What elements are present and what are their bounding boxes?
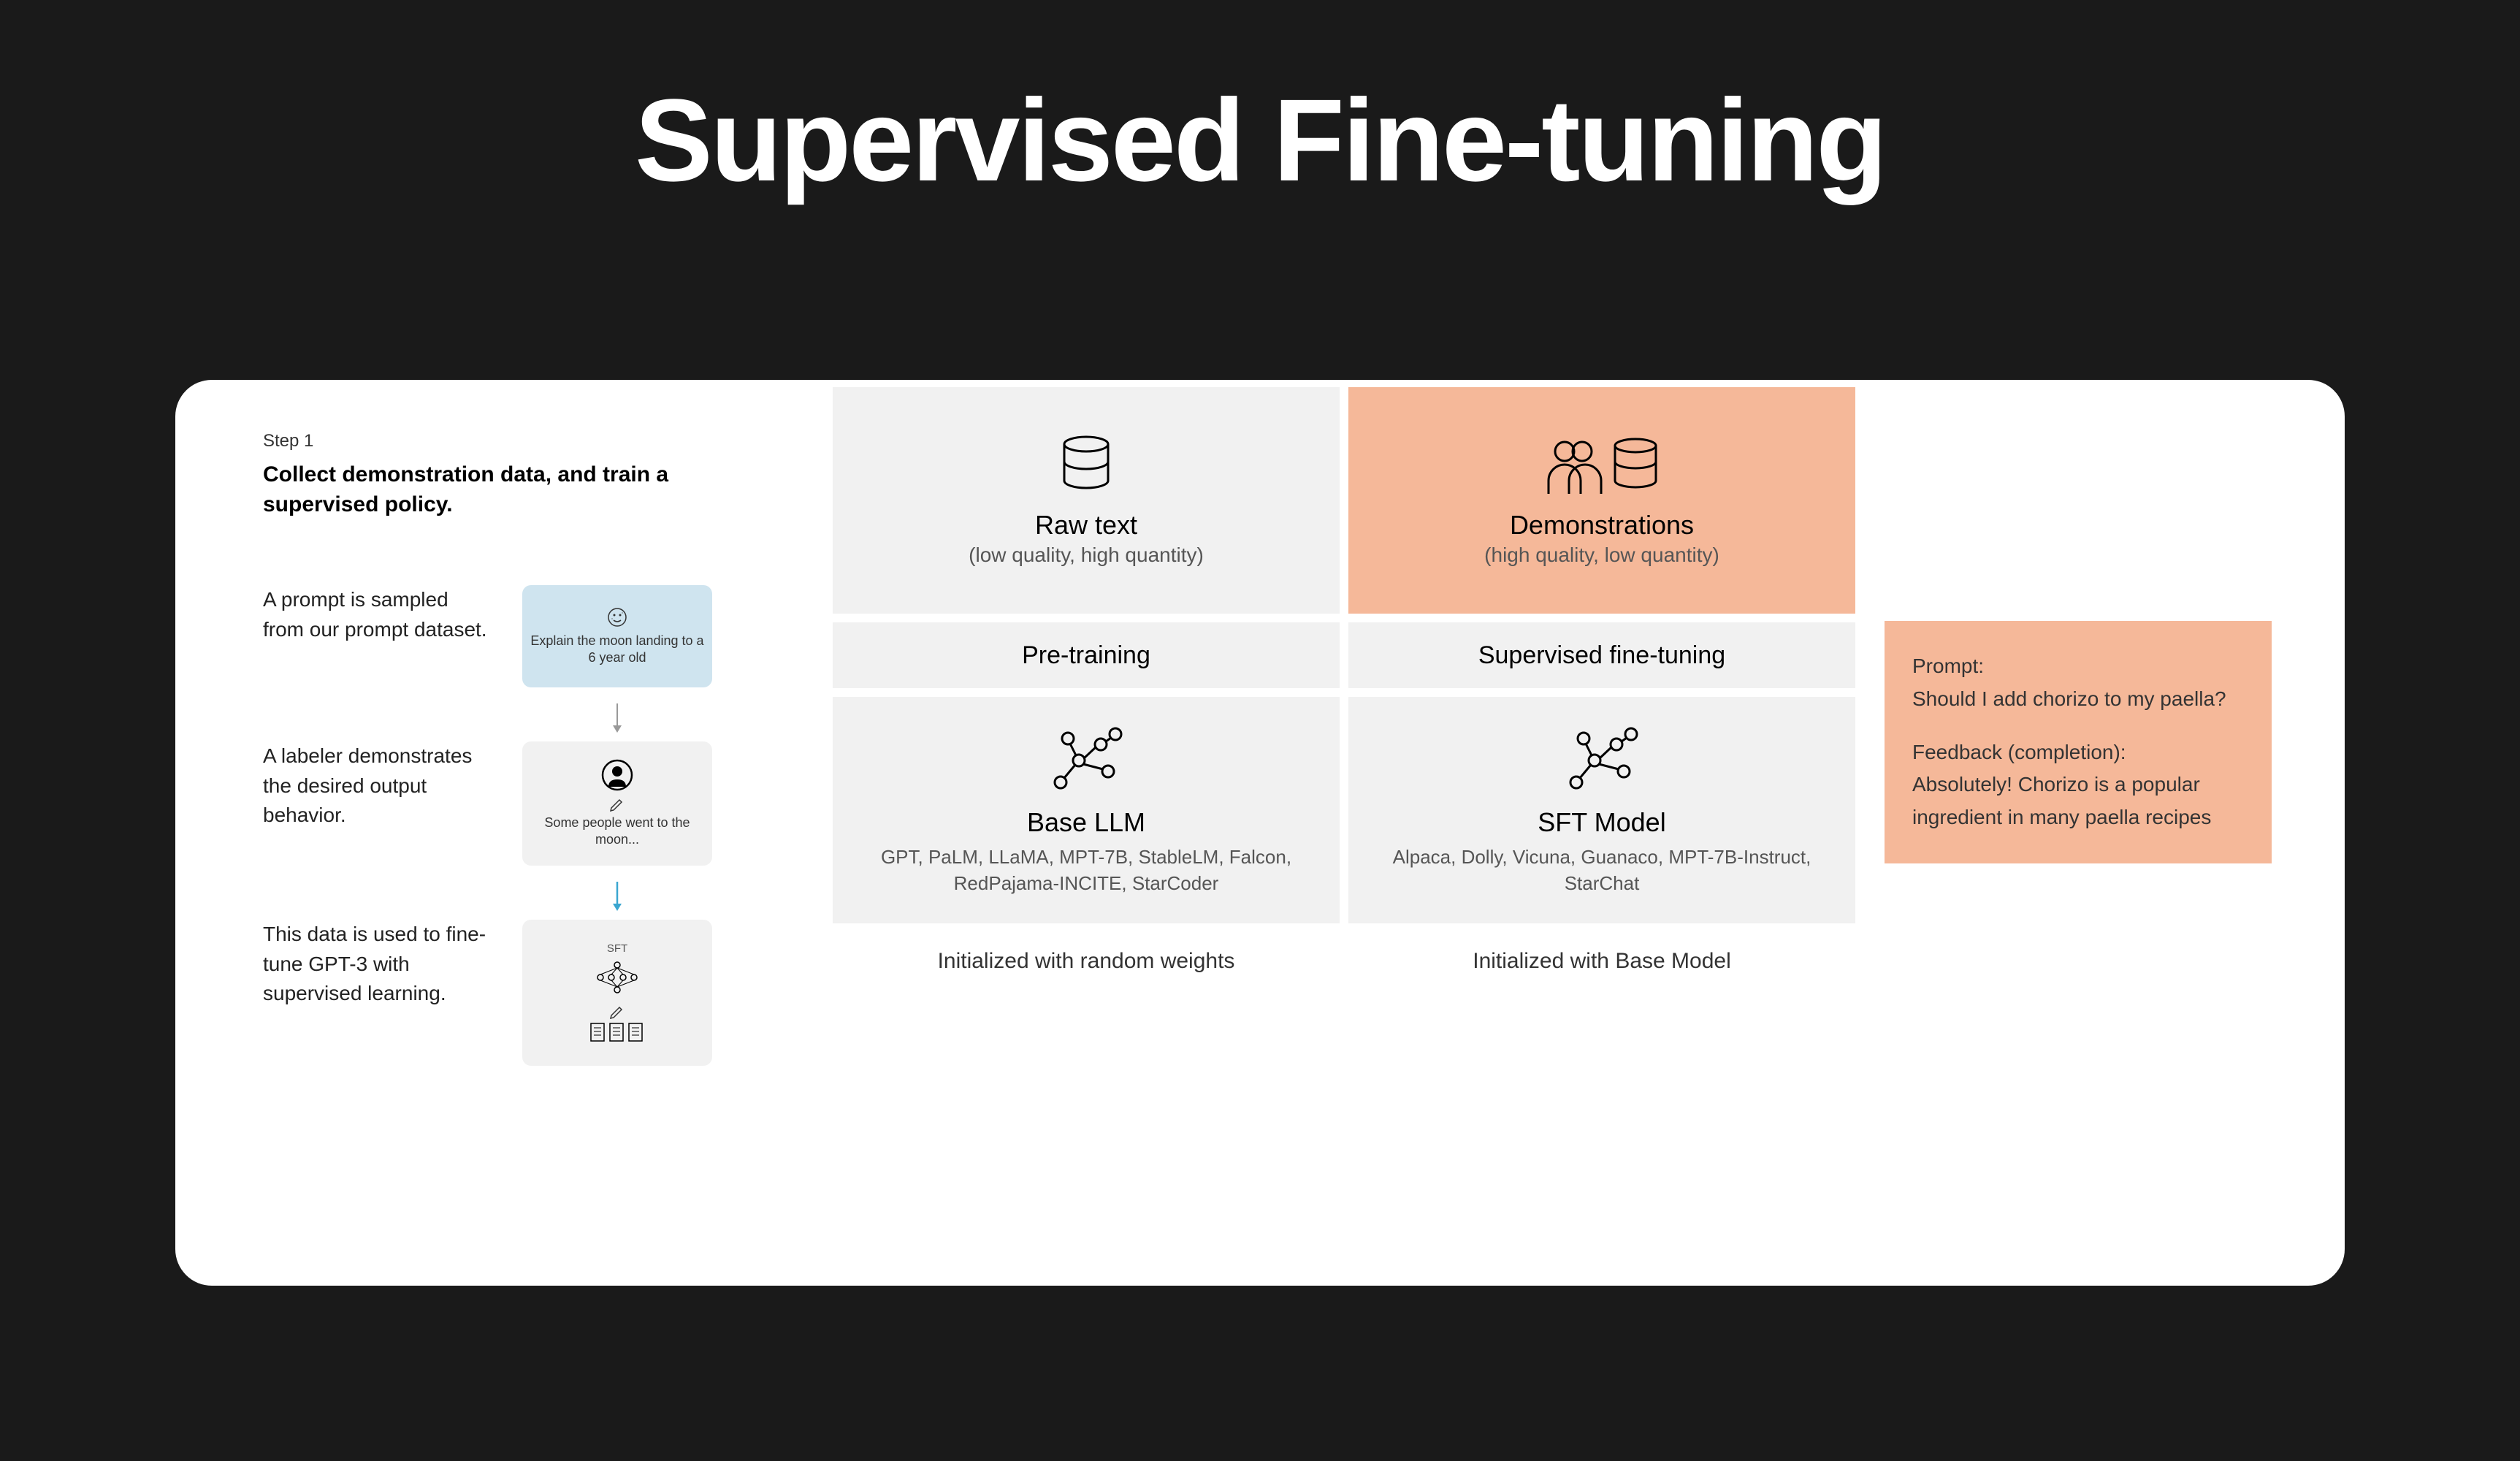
- arrow-down-blue-icon: [610, 880, 625, 912]
- sft-model-list: Alpaca, Dolly, Vicuna, Guanaco, MPT-7B-I…: [1370, 844, 1833, 897]
- flow-row-1: A prompt is sampled from our prompt data…: [263, 585, 760, 687]
- prompt-example-text: Explain the moon landing to a 6 year old: [528, 633, 706, 667]
- pencil-icon: [609, 796, 625, 812]
- sft-label: SFT: [607, 942, 627, 956]
- documents-icon: [588, 1022, 646, 1044]
- cell-demonstrations: Demonstrations (high quality, low quanti…: [1348, 387, 1855, 614]
- prompt-example-box: Explain the moon landing to a 6 year old: [522, 585, 712, 687]
- cell-init-random: Initialized with random weights: [833, 932, 1340, 991]
- content-card: Step 1 Collect demonstration data, and t…: [175, 380, 2345, 1286]
- init-random-text: Initialized with random weights: [938, 949, 1235, 974]
- note-prompt-text: Should I add chorizo to my paella?: [1912, 683, 2244, 716]
- pretraining-label: Pre-training: [1022, 641, 1150, 670]
- note-feedback-text: Absolutely! Chorizo is a popular ingredi…: [1912, 768, 2244, 834]
- step-panel: Step 1 Collect demonstration data, and t…: [263, 431, 760, 1095]
- people-database-icon: [1540, 434, 1664, 500]
- pencil-icon: [609, 1003, 625, 1019]
- example-note: Prompt: Should I add chorizo to my paell…: [1885, 621, 2272, 863]
- flow-text-1: A prompt is sampled from our prompt data…: [263, 585, 489, 644]
- arrow-down-icon: [610, 702, 625, 734]
- cell-sft: Supervised fine-tuning: [1348, 622, 1855, 688]
- demonstrations-title: Demonstrations: [1510, 510, 1694, 541]
- base-llm-title: Base LLM: [1027, 807, 1145, 838]
- step-number: Step 1: [263, 431, 760, 451]
- person-avatar-icon: [601, 759, 633, 791]
- flow-text-2: A labeler demonstrates the desired outpu…: [263, 741, 489, 831]
- graph-network-icon: [1046, 724, 1126, 797]
- cell-sft-model: SFT Model Alpaca, Dolly, Vicuna, Guanaco…: [1348, 697, 1855, 923]
- arrow-row-1: [263, 702, 760, 734]
- note-prompt-label: Prompt:: [1912, 650, 2244, 683]
- base-llm-list: GPT, PaLM, LLaMA, MPT-7B, StableLM, Falc…: [855, 844, 1318, 897]
- cell-raw-text: Raw text (low quality, high quantity): [833, 387, 1340, 614]
- neural-network-icon: [592, 959, 643, 996]
- cell-base-llm: Base LLM GPT, PaLM, LLaMA, MPT-7B, Stabl…: [833, 697, 1340, 923]
- database-icon: [1057, 434, 1115, 500]
- cell-pretraining: Pre-training: [833, 622, 1340, 688]
- cell-init-base: Initialized with Base Model: [1348, 932, 1855, 991]
- demonstrations-sub: (high quality, low quantity): [1484, 543, 1719, 567]
- labeler-box: Some people went to the moon...: [522, 741, 712, 866]
- page-title: Supervised Fine-tuning: [0, 0, 2520, 207]
- raw-text-title: Raw text: [1035, 510, 1137, 541]
- step-title: Collect demonstration data, and train a …: [263, 460, 760, 519]
- moon-face-icon: [606, 606, 628, 628]
- labeler-output-text: Some people went to the moon...: [528, 815, 706, 849]
- raw-text-sub: (low quality, high quantity): [969, 543, 1204, 567]
- init-base-text: Initialized with Base Model: [1473, 949, 1731, 974]
- sft-box: SFT: [522, 920, 712, 1066]
- note-feedback-label: Feedback (completion):: [1912, 736, 2244, 769]
- flow-text-3: This data is used to fine-tune GPT-3 wit…: [263, 920, 489, 1009]
- arrow-row-2: [263, 880, 760, 912]
- sft-phase-label: Supervised fine-tuning: [1478, 641, 1725, 670]
- sft-model-title: SFT Model: [1538, 807, 1665, 838]
- comparison-grid: Raw text (low quality, high quantity) De…: [833, 387, 1855, 991]
- flow-row-2: A labeler demonstrates the desired outpu…: [263, 741, 760, 866]
- flow-row-3: This data is used to fine-tune GPT-3 wit…: [263, 920, 760, 1066]
- graph-network-icon: [1562, 724, 1642, 797]
